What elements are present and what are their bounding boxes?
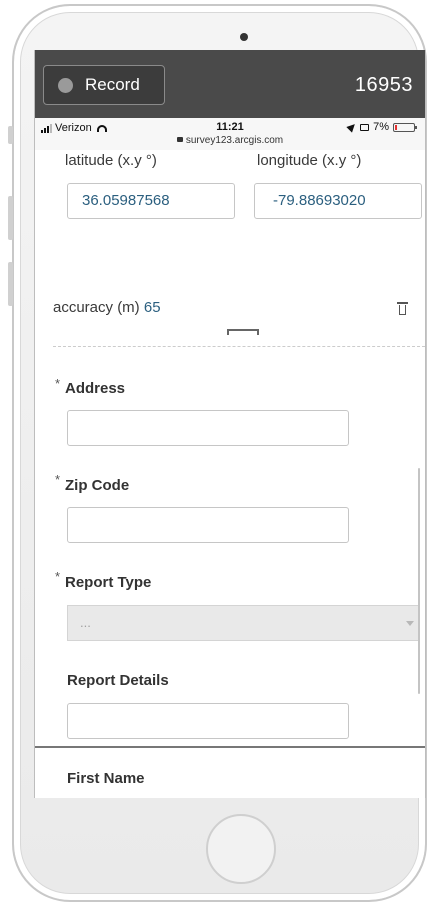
zip-code-input[interactable] — [67, 507, 349, 543]
accuracy-label: accuracy (m) — [53, 299, 140, 316]
zip-code-label: Zip Code — [65, 477, 130, 494]
status-right: 7% — [346, 121, 417, 133]
survey-form: latitude (x.y °) longitude (x.y °) 36.05… — [35, 150, 425, 798]
report-type-value: ... — [80, 615, 91, 630]
latitude-field[interactable]: 36.05987568 — [67, 183, 235, 219]
battery-percent: 7% — [373, 121, 389, 133]
report-details-input[interactable] — [67, 703, 349, 739]
report-details-label: Report Details — [67, 672, 169, 689]
latitude-label: latitude (x.y °) — [65, 152, 157, 169]
longitude-label: longitude (x.y °) — [257, 152, 362, 169]
volume-up-button — [8, 196, 13, 240]
recording-counter: 16953 — [354, 74, 413, 96]
report-type-select[interactable]: ... — [67, 605, 419, 641]
required-marker: * — [55, 569, 61, 584]
url-display[interactable]: survey123.arcgis.com — [35, 135, 425, 146]
battery-icon — [393, 122, 417, 132]
dropdown-caret-icon — [406, 621, 414, 626]
accuracy-value: 65 — [143, 299, 161, 316]
address-label: Address — [65, 380, 126, 397]
address-input[interactable] — [67, 410, 349, 446]
location-arrow-icon — [346, 121, 358, 133]
section-divider — [53, 346, 425, 347]
screen-mirror-icon — [360, 123, 370, 131]
url-text: survey123.arcgis.com — [185, 135, 284, 146]
required-marker: * — [55, 376, 61, 391]
phone-screen: Record 16953 Verizon 11:21 survey123.arc… — [34, 50, 426, 798]
record-button[interactable]: Record — [43, 65, 165, 105]
report-type-label: Report Type — [65, 574, 152, 591]
screen-recorder-bar: Record 16953 — [35, 50, 425, 118]
status-bar: Verizon 11:21 survey123.arcgis.com 7% — [35, 118, 425, 151]
lock-icon — [176, 137, 183, 142]
volume-down-button — [8, 262, 13, 306]
trash-icon[interactable] — [397, 302, 408, 315]
home-button[interactable] — [206, 814, 276, 884]
mute-switch — [8, 126, 13, 144]
accuracy-readout: accuracy (m) 65 — [53, 299, 161, 316]
record-label: Record — [85, 75, 140, 94]
first-name-label: First Name — [67, 770, 145, 787]
longitude-field[interactable]: -79.88693020 — [254, 183, 422, 219]
screen-bottom-edge — [35, 746, 425, 748]
front-camera — [240, 33, 248, 41]
scrollbar[interactable] — [418, 468, 420, 694]
record-icon — [58, 77, 73, 93]
required-marker: * — [55, 472, 61, 487]
drag-handle-icon[interactable] — [227, 329, 259, 335]
